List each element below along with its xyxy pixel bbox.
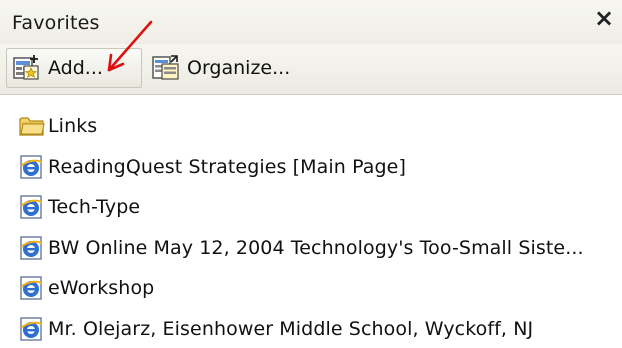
- favorite-label: Tech-Type: [48, 196, 141, 219]
- favorite-item[interactable]: Mr. Olejarz, Eisenhower Middle School, W…: [0, 309, 622, 348]
- favorites-pane: Favorites × Add... Organize... Links Rea…: [0, 0, 622, 348]
- close-icon[interactable]: ×: [592, 4, 616, 32]
- ie-page-icon: [20, 276, 43, 300]
- ie-page-icon: [20, 155, 43, 179]
- ie-page-icon: [20, 317, 43, 341]
- favorite-item[interactable]: eWorkshop: [0, 268, 622, 309]
- favorite-item[interactable]: BW Online May 12, 2004 Technology's Too-…: [0, 228, 622, 269]
- add-favorite-button[interactable]: Add...: [6, 48, 142, 88]
- organize-favorites-label: Organize...: [187, 57, 291, 79]
- favorite-item[interactable]: ReadingQuest Strategies [Main Page]: [0, 147, 622, 188]
- favorite-label: Links: [48, 115, 98, 138]
- favorites-toolbar: Add... Organize...: [0, 44, 622, 95]
- ie-page-icon: [20, 236, 43, 260]
- add-favorite-label: Add...: [48, 57, 103, 79]
- pane-title: Favorites: [12, 12, 100, 34]
- folder-icon: [19, 117, 45, 136]
- ie-page-icon: [20, 195, 43, 219]
- favorites-title-bar: Favorites ×: [0, 0, 622, 44]
- favorite-item[interactable]: Tech-Type: [0, 187, 622, 228]
- organize-favorites-button[interactable]: Organize...: [146, 48, 320, 88]
- add-favorite-icon: [13, 55, 39, 80]
- favorite-item[interactable]: Links: [0, 106, 622, 147]
- favorites-list: Links ReadingQuest Strategies [Main Page…: [0, 106, 622, 348]
- favorite-label: Mr. Olejarz, Eisenhower Middle School, W…: [48, 317, 534, 340]
- favorite-label: BW Online May 12, 2004 Technology's Too-…: [48, 236, 584, 259]
- favorite-label: eWorkshop: [48, 277, 155, 300]
- favorite-label: ReadingQuest Strategies [Main Page]: [48, 155, 406, 178]
- organize-favorites-icon: [152, 55, 179, 80]
